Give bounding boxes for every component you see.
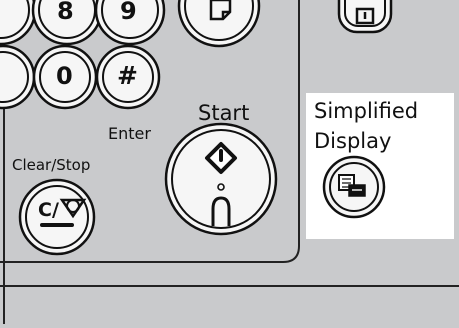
simplified-display-button[interactable] — [322, 155, 386, 219]
program-key[interactable] — [337, 0, 393, 34]
clear-stop-glyph: C/ — [38, 199, 59, 221]
key-8-label: 8 — [57, 0, 74, 25]
key-hash-label: # — [117, 61, 138, 90]
simplified-label: Simplified — [314, 99, 419, 123]
key-9-label: 9 — [120, 0, 137, 25]
key-0-label: 0 — [56, 62, 73, 90]
clear-stop-label: Clear/Stop — [12, 156, 91, 174]
display-label: Display — [314, 129, 392, 153]
start-label: Start — [198, 101, 250, 125]
interrupt-key[interactable] — [177, 0, 261, 48]
key-clear-partial[interactable] — [0, 44, 36, 110]
control-panel: 8 9 0 # Enter Clear/Stop C/ Start Simpli… — [0, 0, 459, 324]
enter-label: Enter — [108, 124, 151, 143]
start-button[interactable] — [164, 122, 278, 236]
